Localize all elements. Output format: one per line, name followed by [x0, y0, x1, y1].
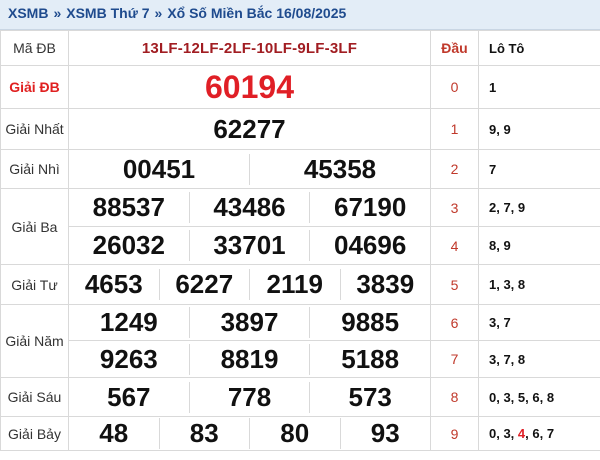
loto-values: 3, 7, 8 — [478, 340, 600, 378]
prize-number: 83 — [189, 418, 219, 448]
loto-row: 7 3, 7, 8 — [430, 340, 600, 378]
prize-row-sau: Giải Sáu 567 778 573 — [0, 377, 431, 417]
prize-number: 8819 — [220, 343, 279, 374]
loto-header: Lô Tô — [478, 30, 600, 66]
loto-values: 8, 9 — [478, 226, 600, 265]
loto-row: 0 1 — [430, 65, 600, 109]
prize-number: 3839 — [356, 269, 415, 299]
breadcrumb-current: Xổ Số Miền Bắc 16/08/2025 — [167, 5, 347, 21]
loto-values: 9, 9 — [478, 108, 600, 150]
loto-row: 6 3, 7 — [430, 304, 600, 341]
loto-row: 8 0, 3, 5, 6, 8 — [430, 377, 600, 417]
prize-label-tu: Giải Tư — [0, 264, 69, 305]
loto-values: 1 — [478, 65, 600, 109]
prize-label-nam: Giải Năm — [0, 304, 69, 378]
prize-number: 9263 — [99, 343, 158, 374]
page-header: XSMB» XSMB Thứ 7» Xổ Số Miền Bắc 16/08/202… — [0, 0, 600, 30]
prize-number: 567 — [107, 381, 151, 412]
breadcrumb-xsmb-thu-7[interactable]: XSMB Thứ 7 — [66, 5, 149, 21]
breadcrumb-separator: » — [53, 5, 62, 21]
prize-row-tu: Giải Tư 4653 6227 2119 3839 — [0, 264, 431, 305]
loto-values: 0, 3, 5, 6, 8 — [478, 377, 600, 417]
loto-row: 2 7 — [430, 149, 600, 189]
loto-row: 9 0, 3, 4, 6, 7 — [430, 416, 600, 451]
dau-value: 1 — [430, 108, 479, 150]
loto-row: 3 2, 7, 9 — [430, 188, 600, 227]
loto-values: 1, 3, 8 — [478, 264, 600, 305]
loto-table: Đầu Lô Tô 0 1 1 9, 9 2 7 3 2, 7, 9 4 8, … — [430, 30, 600, 451]
prize-number: 9885 — [341, 307, 400, 337]
dau-value: 7 — [430, 340, 479, 378]
loto-values-pre: 0, 3, — [489, 426, 518, 441]
loto-values: 0, 3, 4, 6, 7 — [478, 416, 600, 451]
prize-number: 33701 — [213, 230, 286, 260]
breadcrumb-xsmb[interactable]: XSMB — [8, 5, 48, 21]
prize-number: 67190 — [334, 192, 407, 222]
dau-value: 5 — [430, 264, 479, 305]
loto-values: 2, 7, 9 — [478, 188, 600, 227]
loto-row: 1 9, 9 — [430, 108, 600, 150]
prize-row-nhat: Giải Nhất 62277 — [0, 108, 431, 150]
loto-values: 7 — [478, 149, 600, 189]
loto-row: 5 1, 3, 8 — [430, 264, 600, 305]
prize-label-ba: Giải Ba — [0, 188, 69, 265]
prize-number: 48 — [99, 418, 129, 448]
dau-value: 3 — [430, 188, 479, 227]
breadcrumb-separator: » — [154, 5, 163, 21]
prize-number: 2119 — [266, 269, 323, 299]
ma-db-label: Mã ĐB — [0, 30, 69, 66]
results-table: Mã ĐB 13LF-12LF-2LF-10LF-9LF-3LF Giải ĐB… — [0, 30, 431, 451]
loto-values: 3, 7 — [478, 304, 600, 341]
loto-values-post: , 6, 7 — [525, 426, 555, 441]
dau-value: 9 — [430, 416, 479, 451]
prize-number: 6227 — [175, 269, 234, 299]
prize-number: 5188 — [341, 343, 400, 374]
prize-row-nhi: Giải Nhì 00451 45358 — [0, 149, 431, 189]
ma-db-value: 13LF-12LF-2LF-10LF-9LF-3LF — [68, 30, 431, 66]
prize-number: 43486 — [213, 192, 286, 222]
dau-header: Đầu — [430, 30, 479, 66]
prize-label-nhat: Giải Nhất — [0, 108, 69, 150]
dau-value: 0 — [430, 65, 479, 109]
dau-value: 2 — [430, 149, 479, 189]
prize-row-nam-1: Giải Năm 1249 3897 9885 — [0, 304, 431, 378]
prize-number: 80 — [280, 418, 310, 448]
prize-row-db: Giải ĐB 60194 — [0, 65, 431, 109]
ma-db-row: Mã ĐB 13LF-12LF-2LF-10LF-9LF-3LF — [0, 30, 431, 66]
prize-number: 3897 — [220, 307, 279, 337]
prize-row-bay: Giải Bảy 48 83 80 93 — [0, 416, 431, 451]
prize-number: 04696 — [334, 230, 407, 260]
loto-header-row: Đầu Lô Tô — [430, 30, 600, 66]
prize-label-sau: Giải Sáu — [0, 377, 69, 417]
prize-number: 26032 — [92, 230, 165, 260]
dau-value: 8 — [430, 377, 479, 417]
prize-row-ba-1: Giải Ba 88537 43486 67190 — [0, 188, 431, 265]
prize-number: 1249 — [99, 307, 158, 337]
prize-number: 573 — [348, 381, 392, 412]
prize-number: 4653 — [84, 269, 143, 299]
prize-number: 88537 — [92, 192, 165, 222]
loto-row: 4 8, 9 — [430, 226, 600, 265]
prize-label-nhi: Giải Nhì — [0, 149, 69, 189]
special-prize-number: 60194 — [205, 68, 294, 105]
prize-label-bay: Giải Bảy — [0, 416, 69, 451]
prize-number: 00451 — [122, 153, 196, 184]
dau-value: 6 — [430, 304, 479, 341]
prize-number: 45358 — [303, 153, 377, 184]
dau-value: 4 — [430, 226, 479, 265]
prize-number: 778 — [227, 381, 272, 412]
breadcrumb: XSMB» XSMB Thứ 7» Xổ Số Miền Bắc 16/08/202… — [8, 5, 346, 21]
prize-label-db: Giải ĐB — [0, 65, 69, 109]
prize-number: 93 — [370, 418, 400, 448]
prize-number: 62277 — [213, 113, 286, 144]
